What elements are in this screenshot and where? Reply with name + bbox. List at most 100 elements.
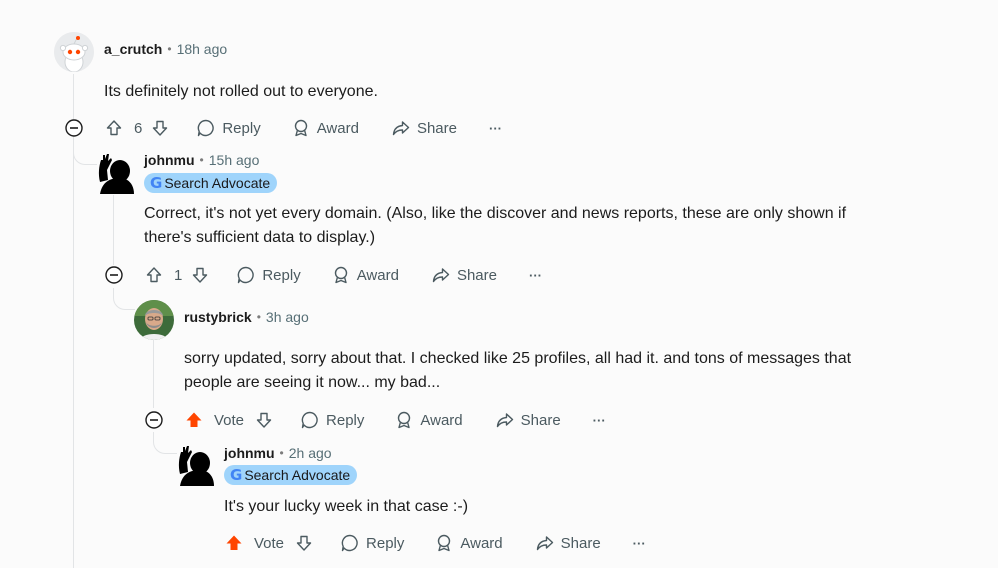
more-options-button[interactable]: ··· <box>489 121 502 136</box>
award-icon <box>334 266 347 284</box>
separator-dot: • <box>279 446 284 460</box>
downvote-button[interactable] <box>294 533 314 553</box>
reply-icon <box>301 411 318 429</box>
reply-icon <box>198 119 215 137</box>
avatar[interactable] <box>54 32 94 72</box>
share-icon <box>536 536 553 551</box>
vote-label: Vote <box>254 534 285 552</box>
share-button[interactable]: Share <box>535 533 601 553</box>
downvote-icon <box>256 412 272 428</box>
downvote-button[interactable] <box>254 410 274 430</box>
award-button[interactable]: Award <box>434 533 503 553</box>
thread-elbow-2 <box>113 288 135 310</box>
comment-actions: Vote Reply Award Share ··· <box>224 527 646 559</box>
share-label: Share <box>416 119 457 137</box>
award-label: Award <box>420 411 463 429</box>
username[interactable]: johnmu <box>224 445 275 461</box>
avatar[interactable] <box>134 300 174 340</box>
timestamp[interactable]: 2h ago <box>289 445 332 461</box>
waving-silhouette-avatar-icon <box>98 154 134 194</box>
reply-icon <box>341 534 358 552</box>
vote-score: 1 <box>174 266 183 284</box>
username[interactable]: rustybrick <box>184 309 252 325</box>
username[interactable]: johnmu <box>144 152 195 168</box>
collapse-icon[interactable] <box>105 266 123 284</box>
award-label: Award <box>460 534 503 552</box>
user-flair: G Search Advocate <box>144 173 278 193</box>
comment-body: Correct, it's not yet every domain. (Als… <box>144 202 934 250</box>
separator-dot: • <box>167 42 172 56</box>
comment-body: sorry updated, sorry about that. I check… <box>184 347 964 395</box>
downvote-icon <box>193 267 208 283</box>
reply-label: Reply <box>366 534 405 552</box>
comment-body-line: Correct, it's not yet every domain. (Als… <box>144 205 847 222</box>
reply-button[interactable]: Reply <box>236 265 301 285</box>
comment-body-line: people are seeing it now... my bad... <box>184 374 441 391</box>
username[interactable]: a_crutch <box>104 41 162 57</box>
timestamp[interactable]: 3h ago <box>266 309 309 325</box>
reply-label: Reply <box>326 411 365 429</box>
comment-body-line: there's sufficient data to display.) <box>144 229 376 246</box>
separator-dot: • <box>199 153 204 167</box>
google-g-icon: G <box>150 174 163 192</box>
upvote-filled-icon <box>226 535 242 550</box>
more-options-button[interactable]: ··· <box>633 536 646 551</box>
collapse-icon[interactable] <box>145 411 163 429</box>
comment-body: Its definitely not rolled out to everyon… <box>104 83 378 100</box>
avatar[interactable] <box>174 444 214 486</box>
comment-actions: 1 Reply Award Share ··· <box>144 259 542 291</box>
reply-label: Reply <box>222 119 261 137</box>
upvote-button[interactable] <box>144 265 164 285</box>
award-icon <box>294 119 307 137</box>
share-button[interactable]: Share <box>495 410 561 430</box>
share-label: Share <box>456 266 497 284</box>
downvote-button[interactable] <box>150 118 170 138</box>
flair-label: Search Advocate <box>164 175 271 191</box>
downvote-icon <box>296 535 312 551</box>
upvote-filled-icon <box>186 412 202 427</box>
award-button[interactable]: Award <box>331 265 399 285</box>
comment-header: johnmu • 2h ago <box>224 445 332 461</box>
award-button[interactable]: Award <box>394 410 463 430</box>
profile-photo-avatar-icon <box>134 300 174 340</box>
thread-line-3[interactable] <box>153 340 154 408</box>
comment-actions: 6 Reply Award Share ··· <box>104 112 502 144</box>
snoo-avatar-icon <box>54 32 94 72</box>
award-label: Award <box>356 266 399 284</box>
timestamp[interactable]: 18h ago <box>177 41 228 57</box>
reply-button[interactable]: Reply <box>196 118 261 138</box>
downvote-icon <box>153 120 168 136</box>
reply-button[interactable]: Reply <box>340 533 404 553</box>
avatar[interactable] <box>94 152 134 194</box>
thread-line-2[interactable] <box>113 195 114 265</box>
upvote-button[interactable] <box>184 410 204 430</box>
flair-label: Search Advocate <box>244 467 351 483</box>
share-icon <box>496 413 513 428</box>
comment-header: rustybrick • 3h ago <box>184 309 309 325</box>
more-options-button[interactable]: ··· <box>593 413 606 428</box>
user-flair: G Search Advocate <box>224 465 358 485</box>
award-icon <box>398 411 411 429</box>
more-options-button[interactable]: ··· <box>529 268 542 283</box>
share-label: Share <box>520 411 561 429</box>
share-label: Share <box>560 534 601 552</box>
vote-label: Vote <box>214 411 245 429</box>
reply-button[interactable]: Reply <box>300 410 364 430</box>
award-button[interactable]: Award <box>291 118 359 138</box>
comment-actions: Vote Reply Award Share ··· <box>184 404 606 436</box>
share-button[interactable]: Share <box>391 118 457 138</box>
vote-score: 6 <box>134 119 143 137</box>
upvote-button[interactable] <box>224 533 244 553</box>
downvote-button[interactable] <box>190 265 210 285</box>
upvote-button[interactable] <box>104 118 124 138</box>
share-button[interactable]: Share <box>431 265 497 285</box>
comment-header: a_crutch • 18h ago <box>104 41 227 57</box>
comment-body-line: sorry updated, sorry about that. I check… <box>184 350 852 367</box>
reply-label: Reply <box>262 266 301 284</box>
separator-dot: • <box>256 310 261 324</box>
reply-icon <box>238 266 255 284</box>
award-label: Award <box>316 119 359 137</box>
waving-silhouette-avatar-icon <box>178 446 214 486</box>
collapse-icon[interactable] <box>65 119 83 137</box>
timestamp[interactable]: 15h ago <box>209 152 260 168</box>
